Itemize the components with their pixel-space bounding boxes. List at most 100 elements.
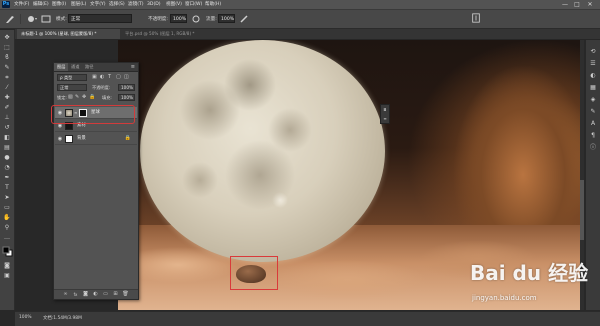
folder-icon[interactable]: ▭ [102,291,109,298]
healing-brush-tool-icon[interactable]: ✚ [3,94,11,101]
clone-stamp-tool-icon[interactable]: ⊥ [3,114,11,121]
options-bar: 模式: 正常 不透明度: 100% 流量: 100% [0,10,600,29]
screen-mode-icon[interactable]: ▣ [3,272,11,279]
menu-layer[interactable]: 图层(L) [71,1,86,8]
layer-filter-select[interactable]: ρ 类型 [57,74,87,81]
quick-select-tool-icon[interactable]: ✎ [3,64,11,71]
eraser-tool-icon[interactable]: ◧ [3,134,11,141]
fx-icon[interactable]: fx [72,291,79,298]
filter-pixel-icon[interactable]: ▣ [92,74,97,80]
layer-opacity-label: 不透明度: [92,85,111,90]
lock-position-icon[interactable]: ✥ [82,94,86,100]
tab-layers[interactable]: 图层 [54,63,69,71]
trash-icon[interactable]: 🗑 [122,291,129,298]
marquee-tool-icon[interactable]: ⬚ [3,44,11,51]
lock-icon: 🔒 [124,135,131,141]
pressure-opacity-icon[interactable] [190,14,202,24]
lock-pixels-icon[interactable]: ▧ [68,94,73,100]
workspace-icon[interactable] [470,13,482,23]
hand-tool-icon[interactable]: ✋ [3,214,11,221]
adjustment-icon[interactable]: ◐ [92,291,99,298]
filter-type-icon[interactable]: T [108,74,111,80]
paragraph-panel-icon[interactable]: ¶ [589,132,597,139]
adjustments-panel-icon[interactable]: ◐ [589,72,597,79]
more-tools-icon[interactable]: … [3,234,11,241]
menu-edit[interactable]: 编辑(E) [33,1,49,8]
scrollbar-thumb[interactable] [580,180,584,240]
move-tool-icon[interactable]: ✥ [3,34,11,41]
zoom-level[interactable]: 100% [19,315,32,320]
dodge-tool-icon[interactable]: ◔ [3,164,11,171]
layer-thumbnail [65,135,73,143]
tab-paths[interactable]: 路径 [82,63,96,71]
menu-file[interactable]: 文件(F) [14,1,29,8]
fill-field[interactable]: 100% [118,94,135,101]
photoshop-logo: Ps [2,1,10,8]
crop-tool-icon[interactable]: ⌗ [3,74,11,81]
layer-opacity-field[interactable]: 100% [118,84,135,91]
lock-all-icon[interactable]: 🔒 [89,94,95,100]
collapsed-panel-icon[interactable]: ⌸ ≡ [380,104,390,124]
brush-panel-icon[interactable] [40,14,52,24]
mode-label: 模式: [56,17,67,22]
blur-tool-icon[interactable]: ● [3,154,11,161]
menu-filter[interactable]: 滤镜(T) [128,1,144,8]
brush-tool-icon[interactable]: ✐ [3,104,11,111]
brush-preset-icon[interactable] [26,14,38,24]
tab-platform-psd[interactable]: 平台.psd @ 50% (图层 1, RGB/8) * [121,29,221,39]
filter-smart-icon[interactable]: ◫ [124,74,129,80]
lock-image-icon[interactable]: ✎ [75,94,79,100]
swatches-panel-icon[interactable]: ▦ [589,84,597,91]
menu-help[interactable]: 帮助(H) [205,1,221,8]
shape-tool-icon[interactable]: ▭ [3,204,11,211]
minimize-icon[interactable]: — [560,1,570,8]
styles-panel-icon[interactable]: ◈ [589,96,597,103]
watermark-logo: Bai du 经验 [470,261,589,285]
eyedropper-tool-icon[interactable]: ⁄ [3,84,11,91]
tab-channels[interactable]: 通道 [68,63,82,71]
type-tool-icon[interactable]: T [3,184,11,191]
layer-row-background[interactable]: ◉ 背景 🔒 [55,133,137,145]
moon-image [140,40,385,262]
opacity-field[interactable]: 100% [170,14,187,23]
link-icon[interactable]: ∞ [62,291,69,298]
path-select-tool-icon[interactable]: ➤ [3,194,11,201]
menu-window[interactable]: 窗口(W) [185,1,202,8]
history-brush-tool-icon[interactable]: ↺ [3,124,11,131]
airbrush-icon[interactable] [238,14,250,24]
character-panel-icon[interactable]: A [589,120,597,127]
info-panel-icon[interactable]: ⓘ [589,144,597,151]
menu-type[interactable]: 文字(Y) [90,1,106,8]
tab-untitled-1[interactable]: 未标题-1 @ 100% (星球, 图层蒙版/8) * [17,29,120,39]
menu-select[interactable]: 选择(S) [109,1,125,8]
selection-highlight-box [230,256,278,290]
brush-tool-icon[interactable] [4,14,16,24]
filter-shape-icon[interactable]: ▢ [116,74,121,80]
panel-menu-icon[interactable]: ≡ [131,63,135,71]
tools-panel: ✥ ⬚ ϐ ✎ ⌗ ⁄ ✚ ✐ ⊥ ↺ ◧ ▤ ● ◔ ✒ T ➤ ▭ ✋ ⚲ … [0,30,15,310]
blend-mode-select[interactable]: 正常 [57,84,87,91]
layer-name: 背景 [77,136,86,141]
layers-panel-footer: ∞ fx ◙ ◐ ▭ ⊞ 🗑 [54,289,138,299]
gradient-tool-icon[interactable]: ▤ [3,144,11,151]
menu-3d[interactable]: 3D(D) [147,1,161,8]
mask-icon[interactable]: ◙ [82,291,89,298]
quick-mask-icon[interactable]: ◙ [3,262,11,269]
menu-view[interactable]: 视图(V) [166,1,182,8]
filter-adjust-icon[interactable]: ◐ [100,74,104,80]
history-panel-icon[interactable]: ⟲ [589,48,597,55]
pen-tool-icon[interactable]: ✒ [3,174,11,181]
zoom-tool-icon[interactable]: ⚲ [3,224,11,231]
layers-panel-header: 图层 通道 路径 ≡ [54,63,138,72]
flow-field[interactable]: 100% [218,14,235,23]
brush-settings-icon[interactable]: ✎ [589,108,597,115]
mode-select[interactable]: 正常 [68,14,132,23]
eye-icon[interactable]: ◉ [57,136,63,142]
properties-panel-icon[interactable]: ☰ [589,60,597,67]
maximize-icon[interactable]: □ [572,1,582,8]
color-swatches-icon[interactable] [2,246,13,257]
close-icon[interactable]: ✕ [585,1,595,8]
lasso-tool-icon[interactable]: ϐ [3,54,11,61]
new-layer-icon[interactable]: ⊞ [112,291,119,298]
menu-image[interactable]: 图像(I) [52,1,66,8]
